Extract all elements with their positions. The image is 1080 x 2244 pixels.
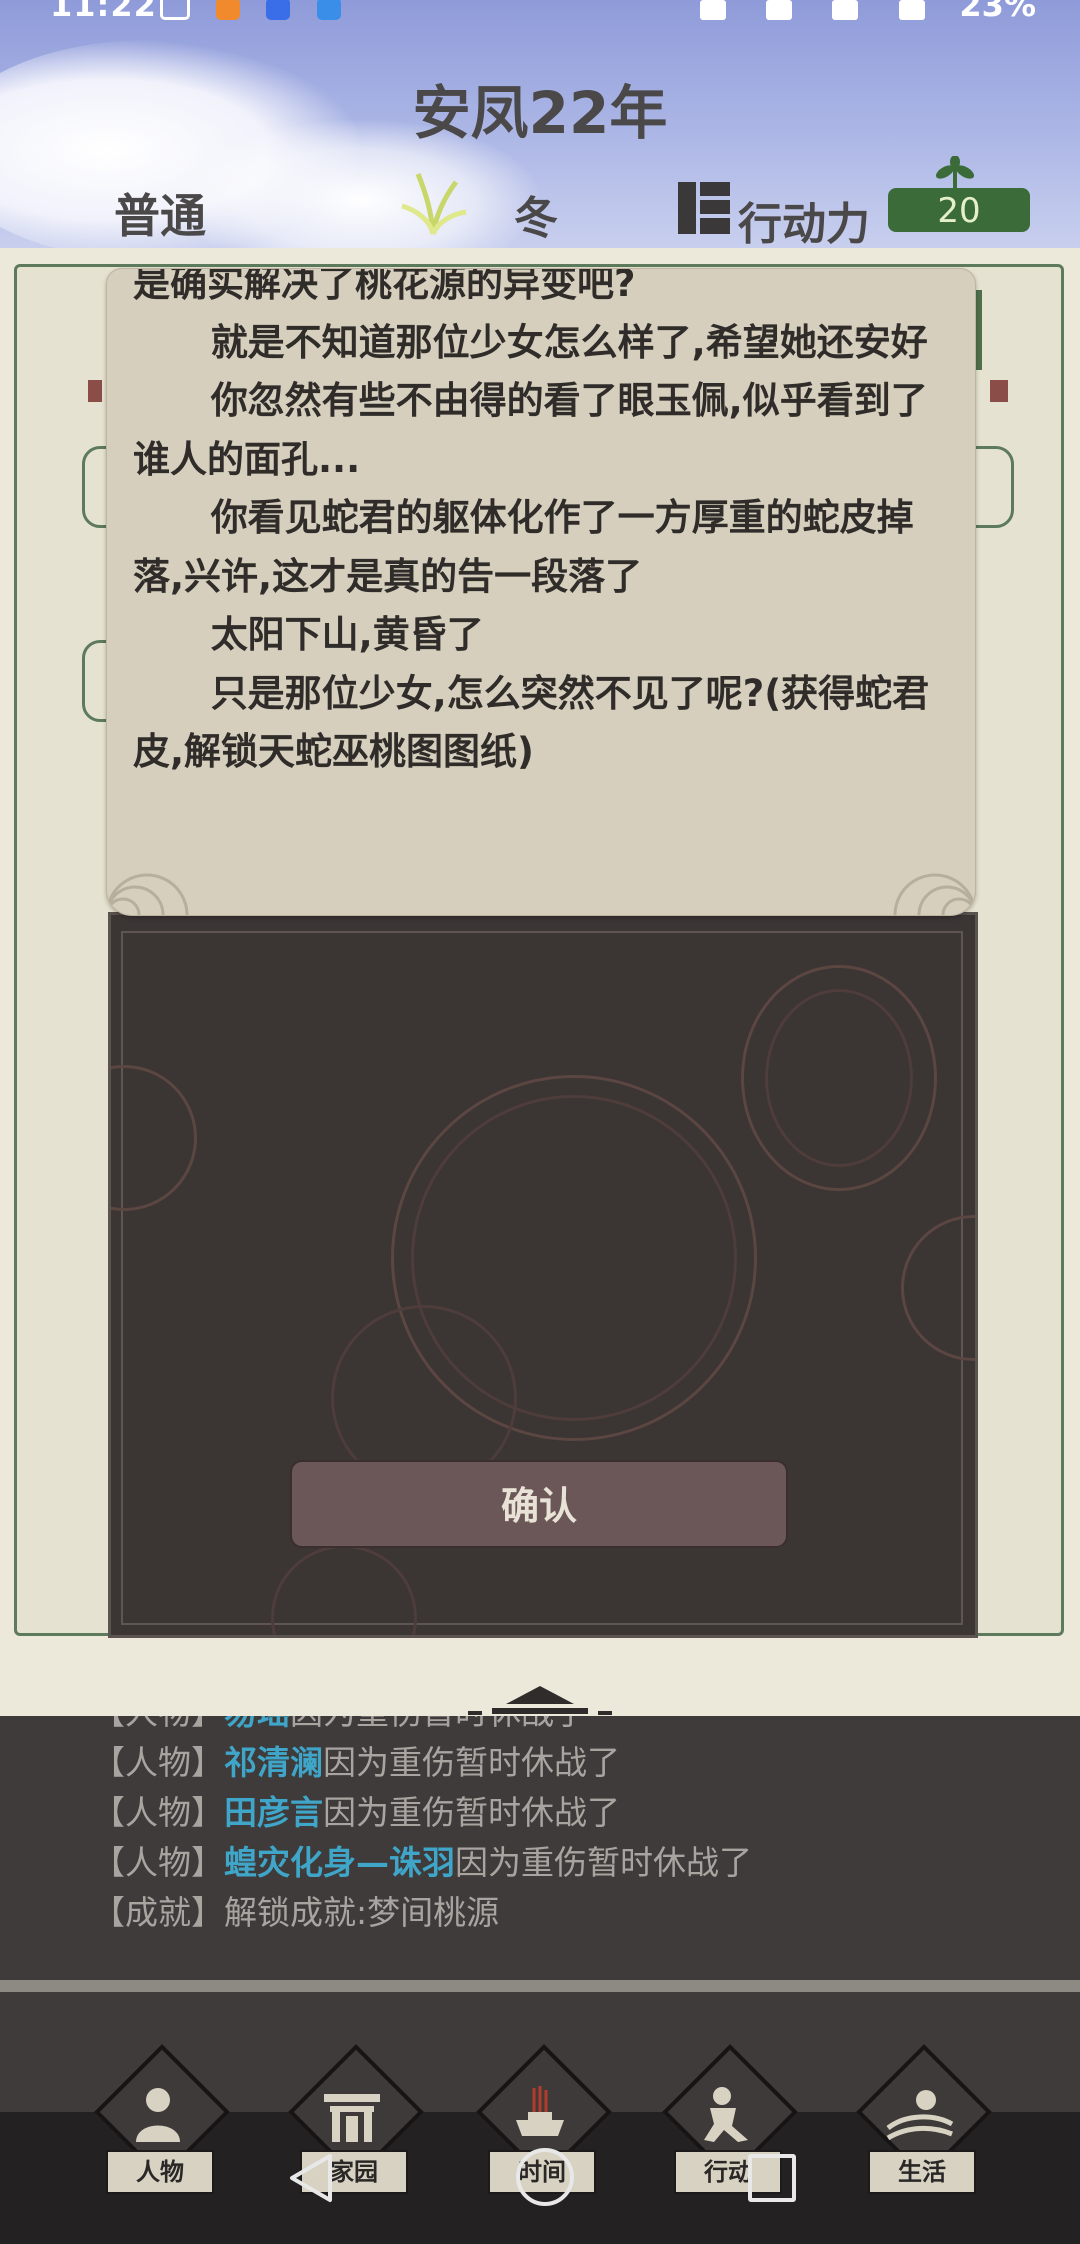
season-label: 冬 — [514, 193, 558, 244]
eye-icon — [700, 0, 726, 20]
log-text: 因为重伤暂时休战了 — [323, 1793, 620, 1832]
wifi-icon — [832, 0, 859, 20]
nav-label: 人物 — [106, 2150, 214, 2194]
log-tag: 【成就】 — [92, 1893, 224, 1932]
recent-apps-icon[interactable] — [748, 2154, 796, 2202]
person-icon — [136, 2088, 180, 2142]
log-tag: 【人物】 — [92, 1793, 224, 1832]
action-points-value: 20 — [888, 188, 1030, 232]
status-bar: 11:22 23% — [0, 0, 1080, 24]
decorative-circle — [765, 989, 913, 1167]
status-time: 11:22 — [50, 0, 157, 24]
story-line: 是确实解决了桃花源的异变吧? — [133, 268, 636, 305]
app-notification-icon — [316, 0, 341, 20]
system-status-icons — [700, 0, 955, 28]
log-character-name[interactable]: 蝗灾化身—诛羽 — [224, 1843, 455, 1882]
log-character-name[interactable]: 祁清澜 — [224, 1743, 323, 1782]
cloud-swirl-decoration — [893, 873, 975, 915]
back-icon[interactable] — [286, 2152, 338, 2204]
cloud-swirl-decoration — [107, 873, 189, 915]
roof-ornament-icon — [468, 1686, 612, 1715]
app-notification-icon — [216, 0, 241, 20]
app-notification-icon — [266, 0, 291, 20]
log-text: 因为重伤暂时休战了 — [290, 1716, 587, 1732]
story-text-box[interactable]: 是确实解决了桃花源的异变吧? 就是不知道那位少女怎么样了,希望她还安好 你忽然有… — [106, 268, 976, 916]
panel-accent — [88, 380, 102, 402]
log-text: 解锁成就:梦间桃源 — [224, 1893, 500, 1932]
battery-level: 23% — [959, 0, 1036, 24]
log-tag: 【人物】 — [92, 1843, 224, 1882]
nav-item-life[interactable]: 生活 — [850, 2044, 992, 2196]
log-entry: 【成就】解锁成就:梦间桃源 — [92, 1888, 752, 1938]
story-text: 是确实解决了桃花源的异变吧? 就是不知道那位少女怎么样了,希望她还安好 你忽然有… — [133, 268, 963, 782]
log-entry: 【人物】田彦言因为重伤暂时休战了 — [92, 1788, 752, 1838]
event-log[interactable]: 【人物】易瑶因为重伤暂时休战了 【人物】祁清澜因为重伤暂时休战了 【人物】田彦言… — [0, 1716, 1080, 1980]
action-icon — [704, 2087, 748, 2142]
gate-icon — [324, 2094, 380, 2142]
nav-item-character[interactable]: 人物 — [88, 2044, 230, 2196]
divider — [0, 1980, 1080, 1992]
story-line: 你看见蛇君的躯体化作了一方厚重的蛇皮掉落,兴许,这才是真的告一段落了 — [133, 496, 914, 598]
wheat-icon — [401, 173, 467, 236]
log-entry: 【人物】易瑶因为重伤暂时休战了 — [92, 1716, 752, 1738]
story-line: 你忽然有些不由得的看了眼玉佩,似乎看到了谁人的面孔... — [133, 379, 928, 481]
story-line: 只是那位少女,怎么突然不见了呢?(获得蛇君皮,解锁天蛇巫桃图图纸) — [133, 671, 930, 774]
nav-label: 生活 — [868, 2150, 976, 2194]
log-text: 因为重伤暂时休战了 — [323, 1743, 620, 1782]
log-entry: 【人物】蝗灾化身—诛羽因为重伤暂时休战了 — [92, 1838, 752, 1888]
mute-icon — [766, 0, 793, 20]
log-character-name[interactable]: 易瑶 — [224, 1716, 290, 1732]
notification-icons — [160, 0, 357, 28]
log-tag: 【人物】 — [92, 1743, 224, 1782]
log-entry: 【人物】祁清澜因为重伤暂时休战了 — [92, 1738, 752, 1788]
message-icon — [160, 0, 190, 20]
sun-field-icon — [886, 2090, 954, 2141]
home-icon[interactable] — [516, 2148, 574, 2206]
story-line: 太阳下山,黄昏了 — [210, 613, 484, 656]
incense-icon — [516, 2086, 564, 2136]
action-grid-icon — [678, 182, 730, 234]
confirm-button[interactable]: 确认 — [290, 1460, 788, 1548]
log-tag: 【人物】 — [92, 1716, 224, 1732]
signal-icon — [898, 0, 925, 20]
log-text: 因为重伤暂时休战了 — [455, 1843, 752, 1882]
year-title: 安凤22年 — [412, 79, 668, 147]
story-line: 就是不知道那位少女怎么样了,希望她还安好 — [210, 320, 928, 364]
event-log-list: 【人物】易瑶因为重伤暂时休战了 【人物】祁清澜因为重伤暂时休战了 【人物】田彦言… — [92, 1716, 752, 1938]
log-character-name[interactable]: 田彦言 — [224, 1793, 323, 1832]
sprout-icon — [935, 156, 975, 190]
action-points-label: 行动力 — [738, 199, 870, 250]
difficulty-label: 普通 — [114, 189, 206, 243]
panel-accent — [990, 380, 1008, 402]
